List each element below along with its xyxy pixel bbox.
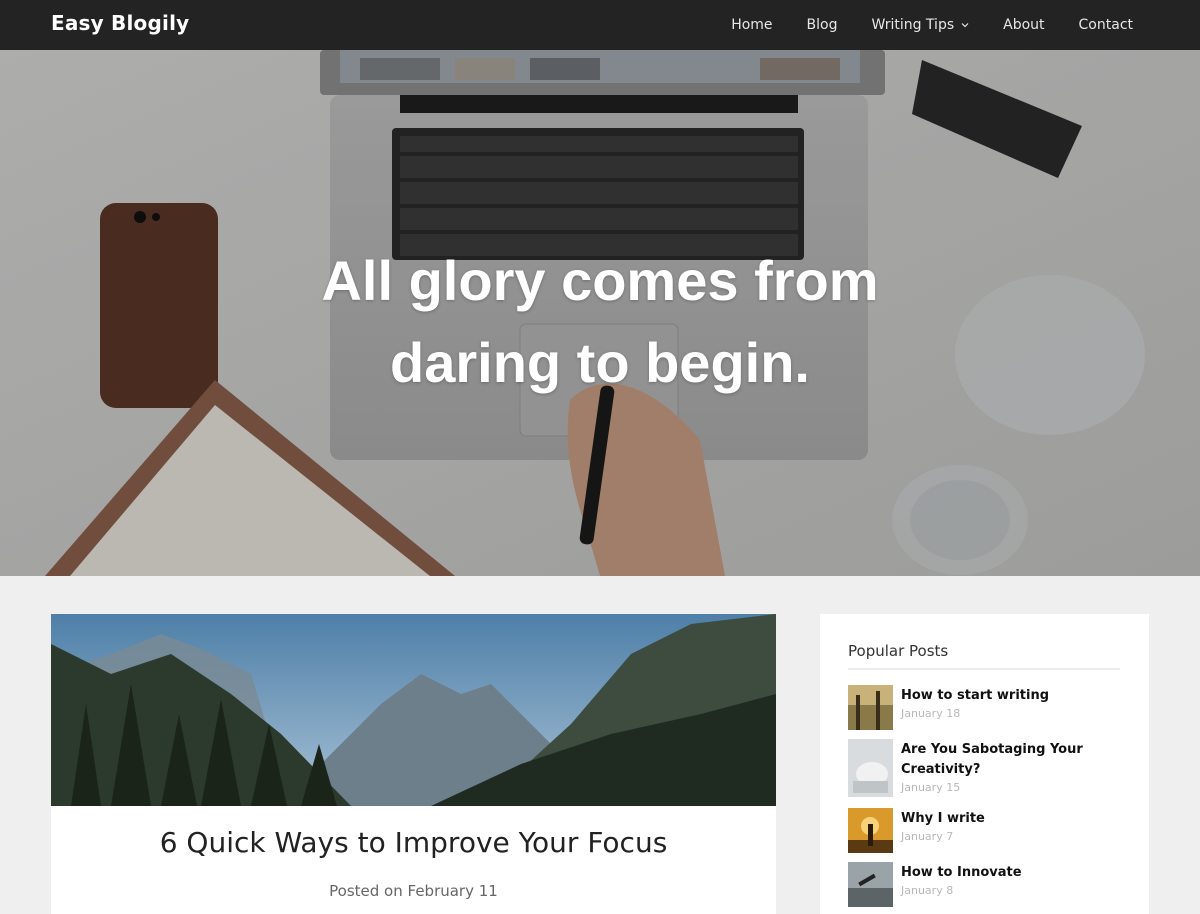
nav-item-writing-tips[interactable]: Writing Tips [871,17,969,33]
hero-banner: All glory comes from daring to begin. [0,50,1200,576]
nav-item-label: Blog [806,17,838,33]
popular-post-title[interactable]: How to start writing [901,686,1121,706]
popular-post-title[interactable]: Why I write [901,809,1121,829]
popular-post-date: January 15 [901,781,961,794]
post-thumbnail[interactable] [848,739,893,797]
nav-item-label: Contact [1078,17,1133,33]
post-image-graphic [51,614,776,806]
nav-item-about[interactable]: About [1003,17,1044,33]
post-title[interactable]: 6 Quick Ways to Improve Your Focus [51,826,776,859]
hero-quote-line: daring to begin. [390,331,810,394]
post-meta: Posted on February 11 [329,882,498,900]
nav-item-label: About [1003,17,1045,33]
popular-post-title[interactable]: How to Innovate [901,863,1121,883]
nav-item-blog[interactable]: Blog [807,17,838,33]
popular-post-date: January 7 [901,830,954,843]
main-nav: Home Blog Writing Tips About Contact [714,0,1200,50]
post-thumbnail[interactable] [848,862,893,907]
popular-post-date: January 8 [901,884,954,897]
chevron-down-icon [961,23,969,28]
popular-post-title[interactable]: Are You Sabotaging Your Creativity? [901,740,1121,780]
site-header: Easy Blogily Home Blog Writing Tips Abou… [0,0,1200,50]
hero-quote-line: All glory comes from [321,249,879,312]
post-thumbnail[interactable] [848,685,893,730]
hero-quote: All glory comes from daring to begin. [250,240,950,404]
post-thumbnail[interactable] [848,808,893,853]
site-title[interactable]: Easy Blogily [51,11,189,35]
nav-item-home[interactable]: Home [731,17,772,33]
sidebar-popular-posts: Popular Posts How to start writing Janua… [820,614,1149,914]
nav-item-contact[interactable]: Contact [1079,17,1133,33]
popular-post-date: January 18 [901,707,961,720]
post-featured-image[interactable] [51,614,776,806]
widget-divider [848,668,1120,670]
post-card: 6 Quick Ways to Improve Your Focus Poste… [51,614,776,914]
nav-item-label: Writing Tips [871,17,955,33]
widget-title: Popular Posts [848,642,949,660]
nav-item-label: Home [731,17,773,33]
